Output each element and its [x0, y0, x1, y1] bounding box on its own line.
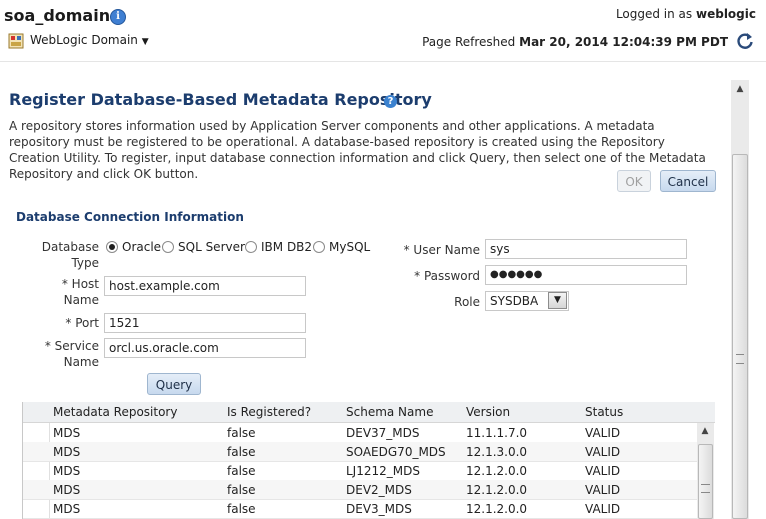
table-row[interactable]: MDS false LJ1212_MDS 12.1.2.0.0 VALID — [23, 461, 697, 481]
page-scroll-thumb[interactable] — [732, 154, 748, 519]
role-select-value: SYSDBA — [490, 294, 539, 308]
radio-sql-server-label: SQL Server — [178, 240, 245, 254]
radio-mysql[interactable] — [313, 241, 325, 253]
refresh-icon[interactable] — [736, 32, 754, 50]
table-scroll-thumb[interactable] — [698, 444, 713, 519]
cell-status: VALID — [585, 426, 621, 440]
role-label: Role — [454, 295, 480, 309]
radio-oracle-label: Oracle — [122, 240, 162, 254]
logged-in-status: Logged in as weblogic — [616, 7, 756, 21]
cell-version: 12.1.2.0.0 — [466, 483, 528, 497]
ok-button[interactable]: OK — [617, 170, 651, 192]
radio-mysql-label: MySQL — [329, 240, 371, 254]
password-label: * Password — [414, 269, 480, 283]
cancel-button[interactable]: Cancel — [660, 170, 716, 192]
refresh-prefix: Page Refreshed — [422, 35, 516, 49]
col-status[interactable]: Status — [585, 405, 623, 419]
section-title: Database Connection Information — [16, 210, 244, 224]
cell-status: VALID — [585, 445, 621, 459]
cell-version: 12.1.3.0.0 — [466, 445, 528, 459]
cell-schema: LJ1212_MDS — [346, 464, 420, 478]
cell-repository: MDS — [53, 483, 81, 497]
col-schema-name[interactable]: Schema Name — [346, 405, 433, 419]
logged-in-user: weblogic — [696, 7, 756, 21]
service-name-input[interactable]: orcl.us.oracle.com — [104, 338, 306, 358]
weblogic-domain-menu-label: WebLogic Domain — [30, 33, 138, 47]
role-dropdown-arrow-icon[interactable]: ▼ — [548, 292, 567, 309]
db-type-label: Database Type — [30, 239, 99, 271]
radio-oracle[interactable] — [106, 241, 118, 253]
radio-sql-server[interactable] — [162, 241, 174, 253]
table-header: Metadata Repository Is Registered? Schem… — [23, 402, 715, 423]
cell-status: VALID — [585, 483, 621, 497]
cell-registered: false — [227, 483, 256, 497]
table-row[interactable]: MDS false DEV2_MDS 12.1.2.0.0 VALID — [23, 480, 697, 500]
table-row[interactable]: MDS false SOAEDG70_MDS 12.1.3.0.0 VALID — [23, 442, 697, 462]
host-name-input[interactable]: host.example.com — [104, 276, 306, 296]
cell-version: 12.1.2.0.0 — [466, 502, 528, 516]
cell-registered: false — [227, 464, 256, 478]
cell-schema: DEV37_MDS — [346, 426, 420, 440]
weblogic-domain-icon — [8, 33, 24, 49]
page-scroll-up-icon[interactable]: ▲ — [732, 81, 748, 97]
db-type-label-line1: Database — [41, 240, 99, 254]
cell-repository: MDS — [53, 502, 81, 516]
table-scroll-up-icon[interactable]: ▲ — [697, 423, 713, 439]
page-title: Register Database-Based Metadata Reposit… — [9, 90, 432, 109]
user-name-input[interactable]: sys — [485, 239, 687, 259]
port-label: * Port — [65, 316, 99, 330]
cell-version: 12.1.2.0.0 — [466, 464, 528, 478]
cell-registered: false — [227, 445, 256, 459]
chevron-down-icon: ▼ — [141, 37, 149, 47]
radio-ibm-db2-label: IBM DB2 — [261, 240, 313, 254]
table-row[interactable]: MDS false DEV37_MDS 11.1.1.7.0 VALID — [23, 423, 697, 443]
help-icon[interactable]: ? — [384, 95, 397, 108]
col-version[interactable]: Version — [466, 405, 510, 419]
refresh-time: Mar 20, 2014 12:04:39 PM PDT — [519, 35, 728, 49]
cell-repository: MDS — [53, 464, 81, 478]
user-name-label: * User Name — [403, 243, 480, 257]
header-divider — [0, 61, 766, 62]
cell-schema: DEV2_MDS — [346, 483, 412, 497]
cell-status: VALID — [585, 502, 621, 516]
info-icon[interactable]: i — [110, 9, 126, 25]
db-type-label-line2: Type — [71, 256, 99, 270]
cell-version: 11.1.1.7.0 — [466, 426, 528, 440]
host-label: * Host Name — [30, 276, 99, 308]
page-scroll-grip-icon — [736, 354, 744, 364]
cell-schema: DEV3_MDS — [346, 502, 412, 516]
cell-repository: MDS — [53, 445, 81, 459]
service-label: * Service Name — [30, 338, 99, 370]
cell-status: VALID — [585, 464, 621, 478]
table-scroll-grip-icon — [701, 484, 710, 493]
table-row[interactable]: MDS false DEV3_MDS 12.1.2.0.0 VALID — [23, 499, 697, 519]
col-is-registered[interactable]: Is Registered? — [227, 405, 311, 419]
password-input[interactable]: ●●●●●● — [485, 265, 687, 285]
metadata-repository-table: Metadata Repository Is Registered? Schem… — [22, 402, 715, 519]
cell-schema: SOAEDG70_MDS — [346, 445, 446, 459]
host-label-line2: Name — [63, 293, 99, 307]
service-label-line2: Name — [63, 355, 99, 369]
domain-title: soa_domain — [4, 6, 111, 25]
service-label-line1: * Service — [44, 339, 99, 353]
radio-ibm-db2[interactable] — [245, 241, 257, 253]
query-button[interactable]: Query — [147, 373, 201, 395]
weblogic-domain-menu[interactable]: WebLogic Domain ▼ — [30, 33, 149, 47]
cell-repository: MDS — [53, 426, 81, 440]
cell-registered: false — [227, 502, 256, 516]
col-metadata-repository[interactable]: Metadata Repository — [53, 405, 177, 419]
page-refreshed: Page Refreshed Mar 20, 2014 12:04:39 PM … — [422, 35, 728, 49]
logged-in-prefix: Logged in as — [615, 7, 693, 21]
page-description: A repository stores information used by … — [9, 119, 706, 181]
cell-registered: false — [227, 426, 256, 440]
port-input[interactable]: 1521 — [104, 313, 306, 333]
host-label-line1: * Host — [61, 277, 99, 291]
